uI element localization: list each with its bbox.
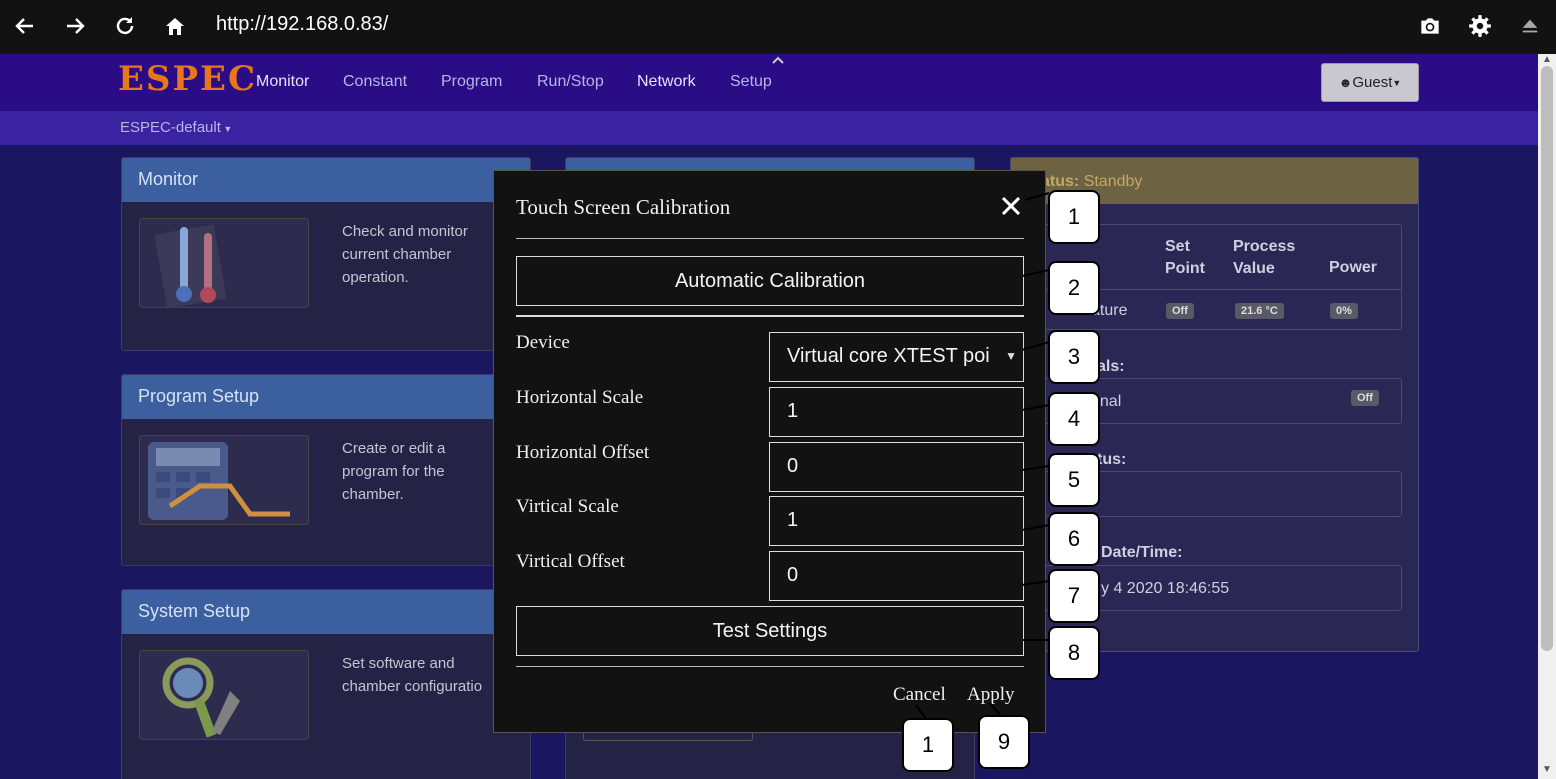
- scroll-up-icon[interactable]: ▲: [1541, 54, 1553, 65]
- callout-1: 1: [1048, 190, 1100, 244]
- scroll-thumb[interactable]: [1541, 66, 1553, 651]
- callout-leaders: [915, 192, 1050, 720]
- callout-7: 7: [1048, 569, 1100, 623]
- scroll-down-icon[interactable]: ▼: [1541, 764, 1553, 775]
- page-scrollbar[interactable]: ▲ ▼: [1538, 54, 1556, 779]
- callout-5: 5: [1048, 453, 1100, 507]
- callout-4: 4: [1048, 392, 1100, 446]
- callout-8: 8: [1048, 626, 1100, 680]
- callout-2: 2: [1048, 261, 1100, 315]
- callout-3: 3: [1048, 330, 1100, 384]
- callout-1-cancel: 1: [902, 718, 954, 772]
- callout-6: 6: [1048, 512, 1100, 566]
- callout-9: 9: [978, 715, 1030, 769]
